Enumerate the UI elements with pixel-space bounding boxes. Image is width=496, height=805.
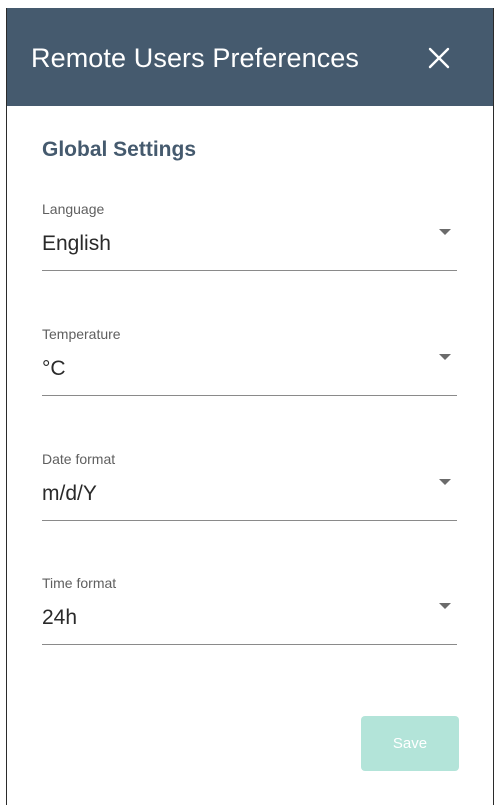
chevron-down-icon	[439, 354, 451, 360]
language-label: Language	[42, 201, 105, 217]
date-format-select[interactable]: Date format m/d/Y	[42, 451, 457, 521]
time-format-label: Time format	[42, 575, 117, 591]
panel-title: Remote Users Preferences	[31, 43, 360, 73]
time-format-select[interactable]: Time format 24h	[42, 575, 457, 645]
chevron-down-icon	[439, 479, 451, 485]
section-title-global-settings: Global Settings	[42, 138, 197, 161]
temperature-label: Temperature	[42, 326, 121, 342]
date-format-value: m/d/Y	[42, 482, 97, 505]
language-select[interactable]: Language English	[42, 201, 457, 271]
close-button[interactable]	[425, 44, 453, 72]
save-button[interactable]: Save	[361, 716, 459, 771]
temperature-select[interactable]: Temperature °C	[42, 326, 457, 396]
time-format-value: 24h	[42, 606, 78, 629]
temperature-value: °C	[42, 357, 66, 380]
chevron-down-icon	[439, 603, 451, 609]
panel-header: Remote Users Preferences	[7, 8, 493, 106]
language-value: English	[42, 232, 111, 255]
chevron-down-icon	[439, 229, 451, 235]
close-icon	[428, 47, 450, 69]
preferences-panel: Remote Users Preferences Global Settings…	[6, 8, 494, 805]
date-format-label: Date format	[42, 451, 116, 467]
